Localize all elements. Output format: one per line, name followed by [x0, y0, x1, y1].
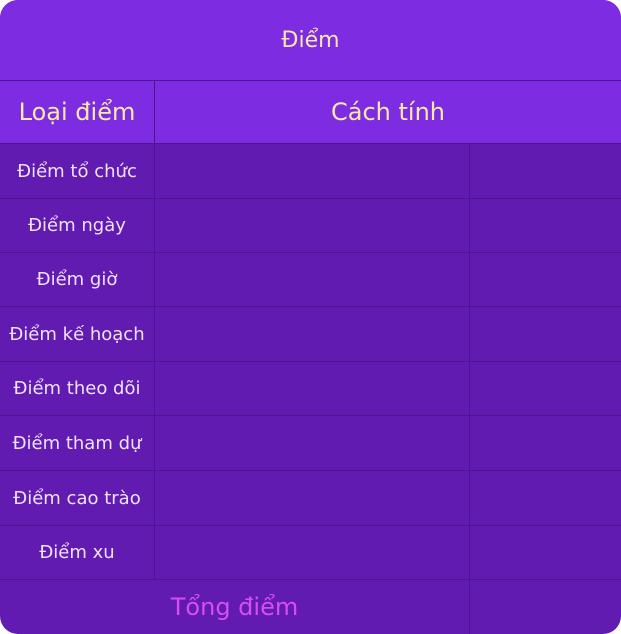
row-label: Điểm theo dõi [0, 362, 155, 415]
value-cell [470, 362, 621, 415]
value-cell [470, 253, 621, 306]
method-cell [155, 471, 470, 525]
row-label: Điểm cao trào [0, 471, 155, 525]
method-cell [155, 253, 470, 306]
total-label: Tổng điểm [0, 580, 470, 634]
method-cell [155, 362, 470, 415]
row-label: Điểm tham dự [0, 416, 155, 470]
method-cell [155, 144, 470, 198]
row-label: Điểm xu [0, 526, 155, 579]
table-row: Điểm ngày [0, 199, 621, 253]
table-row: Điểm cao trào [0, 471, 621, 526]
value-cell [470, 471, 621, 525]
value-cell [470, 199, 621, 252]
panel-title: Điểm [0, 0, 621, 81]
method-cell [155, 526, 470, 579]
method-cell [155, 307, 470, 361]
score-panel: Điểm Loại điểm Cách tính Điểm tổ chức Đi… [0, 0, 621, 634]
method-cell [155, 199, 470, 252]
table-row: Điểm kế hoạch [0, 307, 621, 362]
value-cell [470, 307, 621, 361]
value-cell [470, 144, 621, 198]
column-header-type: Loại điểm [0, 81, 155, 144]
total-value [470, 580, 621, 634]
method-cell [155, 416, 470, 470]
table-row: Điểm tổ chức [0, 144, 621, 199]
row-label: Điểm kế hoạch [0, 307, 155, 361]
table-row: Điểm giờ [0, 253, 621, 307]
table-row: Điểm theo dõi [0, 362, 621, 416]
table-row: Điểm tham dự [0, 416, 621, 471]
table-row: Điểm xu [0, 526, 621, 580]
total-row: Tổng điểm [0, 580, 621, 634]
value-cell [470, 416, 621, 470]
value-cell [470, 526, 621, 579]
row-label: Điểm ngày [0, 199, 155, 252]
row-label: Điểm tổ chức [0, 144, 155, 198]
row-label: Điểm giờ [0, 253, 155, 306]
column-header-method: Cách tính [155, 81, 621, 144]
